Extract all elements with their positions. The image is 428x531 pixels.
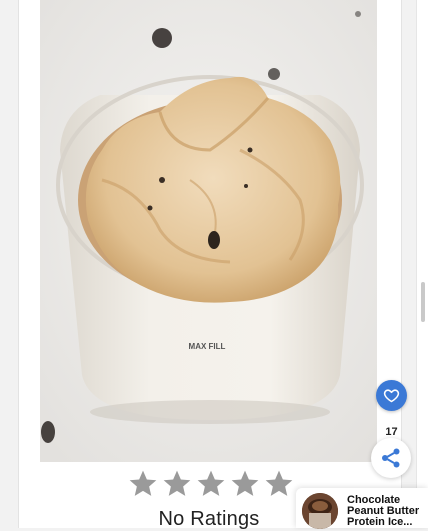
share-icon xyxy=(382,448,400,468)
recipe-photo[interactable]: MAX FILL xyxy=(40,0,377,462)
heart-icon xyxy=(383,389,400,403)
star-icon[interactable] xyxy=(229,468,261,500)
star-icon[interactable] xyxy=(127,468,159,500)
next-recipe-thumbnail[interactable] xyxy=(302,493,338,529)
share-button[interactable] xyxy=(371,438,411,478)
next-recipe-card[interactable]: Chocolate Peanut Butter Protein Ice... xyxy=(296,488,428,529)
favorite-button[interactable] xyxy=(376,380,407,411)
rating-stars[interactable] xyxy=(127,468,297,500)
star-icon[interactable] xyxy=(263,468,295,500)
next-recipe-title[interactable]: Chocolate Peanut Butter Protein Ice... xyxy=(347,495,427,528)
scrollbar-thumb[interactable] xyxy=(421,282,425,322)
star-icon[interactable] xyxy=(161,468,193,500)
star-icon[interactable] xyxy=(195,468,227,500)
jar-label: MAX FILL xyxy=(189,342,226,351)
favorite-count: 17 xyxy=(385,426,398,438)
page-edge xyxy=(416,0,428,528)
